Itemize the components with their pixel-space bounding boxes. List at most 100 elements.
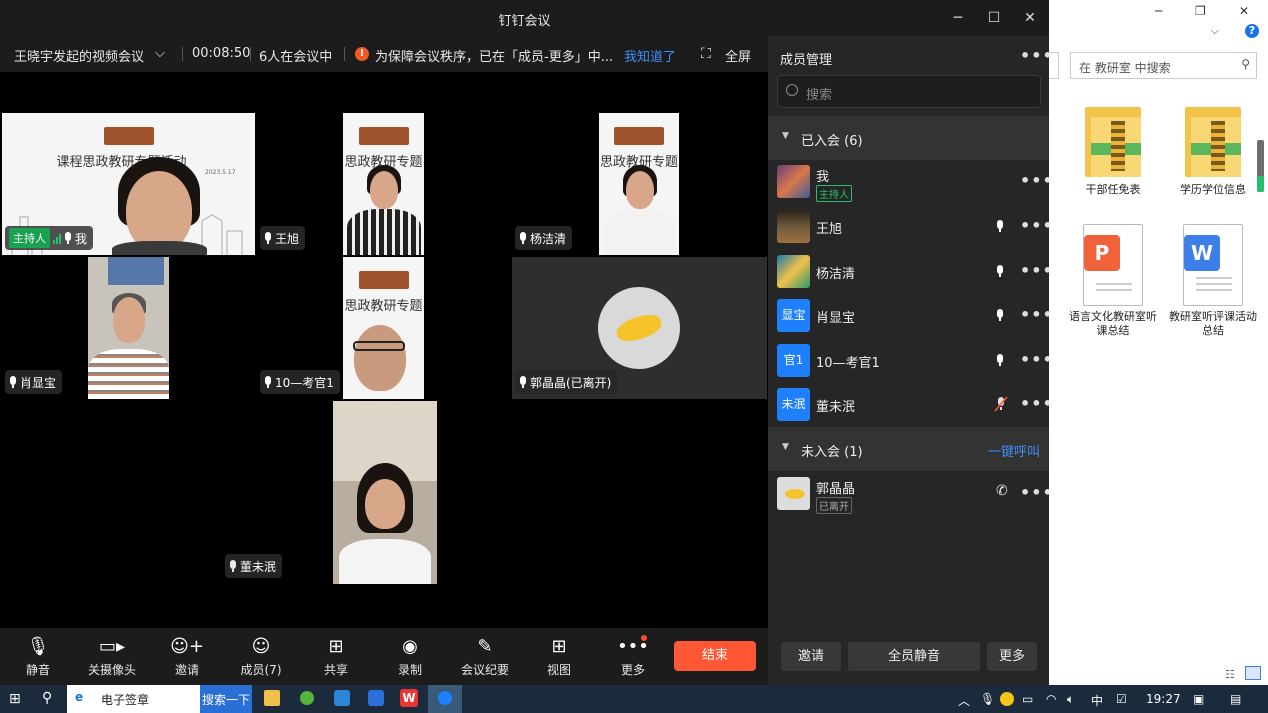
restore-icon[interactable]: ❐: [1195, 4, 1206, 18]
phone-icon[interactable]: ✆: [996, 483, 1008, 499]
microphone-muted-icon[interactable]: [994, 396, 1008, 412]
call-all-link[interactable]: 一键呼叫: [988, 441, 1040, 460]
task-view-icon[interactable]: ▣: [1193, 692, 1204, 706]
microphone-icon: 🎙︎: [26, 636, 50, 657]
mute-button[interactable]: 🎙︎ 静音: [3, 636, 73, 678]
help-icon[interactable]: ?: [1245, 24, 1259, 38]
person-face: [126, 171, 192, 251]
app-icon[interactable]: [368, 690, 384, 706]
file-item[interactable]: P 语言文化教研室听课总结: [1068, 224, 1158, 338]
fullscreen-icon[interactable]: ⛶: [701, 46, 711, 62]
member-row[interactable]: 杨洁清 •••: [768, 250, 1053, 294]
large-icons-view-icon[interactable]: [1245, 666, 1261, 680]
search-submit-button[interactable]: 搜索一下: [200, 685, 252, 713]
checkbox-tray-icon[interactable]: ☑: [1116, 692, 1127, 706]
share-button[interactable]: ⊞ 共享: [301, 636, 371, 678]
microphone-icon[interactable]: [996, 220, 1004, 232]
maximize-icon[interactable]: ☐: [985, 9, 1003, 27]
member-search-input[interactable]: 搜索: [777, 75, 1041, 108]
wifi-icon[interactable]: ◠: [1046, 692, 1056, 706]
not-joined-group-header[interactable]: ▼ 未入会 (1) 一键呼叫: [768, 427, 1049, 471]
meeting-toolbar: 🎙︎ 静音 ▭▸ 关摄像头 ☺+ 邀请 ☺ 成员(7) ⊞ 共享 ◉ 录制 ✎ …: [0, 628, 768, 685]
record-icon: ◉: [402, 636, 418, 657]
members-button[interactable]: ☺ 成员(7): [226, 636, 296, 678]
fullscreen-button[interactable]: 全屏: [725, 46, 751, 65]
avatar: 官1: [777, 344, 810, 377]
more-button[interactable]: 更多: [987, 642, 1037, 671]
video-tile-yang[interactable]: 思政教研专题: [599, 113, 679, 255]
person-shirt: [112, 241, 207, 255]
member-row[interactable]: 王旭 •••: [768, 205, 1053, 249]
member-row[interactable]: 官1 10—考官1 •••: [768, 339, 1053, 383]
ime-indicator[interactable]: 中: [1091, 692, 1103, 709]
camera-button[interactable]: ▭▸ 关摄像头: [77, 636, 147, 678]
file-item[interactable]: W 教研室听评课活动总结: [1168, 224, 1258, 338]
folder-item[interactable]: 干部任免表: [1068, 103, 1158, 197]
microphone-icon: [519, 376, 527, 388]
microphone-icon[interactable]: [996, 309, 1004, 321]
file-explorer-icon[interactable]: [264, 690, 280, 706]
joined-group-header[interactable]: ▼ 已入会 (6): [768, 116, 1049, 160]
search-icon[interactable]: ⚲: [42, 690, 52, 713]
chevron-down-icon[interactable]: ⌵: [1211, 26, 1219, 37]
tray-app-icon[interactable]: [1000, 692, 1014, 706]
chat-app-icon[interactable]: [300, 691, 314, 705]
microphone-icon[interactable]: [996, 354, 1004, 366]
divider: [182, 47, 183, 61]
word-logo: W: [1184, 235, 1220, 271]
windows-start-icon[interactable]: ⊞: [9, 691, 21, 713]
grid-view-icon: ⊞: [551, 636, 567, 657]
battery-icon[interactable]: ▭: [1022, 692, 1033, 706]
dingtalk-icon[interactable]: [334, 690, 350, 706]
meeting-taskbar-button[interactable]: [428, 685, 462, 713]
clock[interactable]: 19:27: [1146, 692, 1181, 706]
microphone-icon[interactable]: [996, 265, 1004, 277]
caret-down-icon: ▼: [782, 131, 789, 141]
video-tile-wang[interactable]: 思政教研专题: [343, 113, 424, 255]
show-hidden-icons[interactable]: ︿: [958, 692, 970, 709]
person-face: [113, 297, 145, 343]
view-button[interactable]: ⊞ 视图: [524, 636, 594, 678]
file-label: 教研室听评课活动总结: [1169, 310, 1257, 337]
tile-name: 肖显宝: [20, 375, 57, 390]
person-shirt: [339, 539, 431, 584]
member-row[interactable]: 我 主持人 •••: [768, 160, 1053, 204]
minutes-button[interactable]: ✎ 会议纪要: [450, 636, 520, 678]
video-tile-me[interactable]: 课程思政教研专题活动 2023.5.17 主持人 我: [2, 113, 255, 255]
minimize-icon[interactable]: ─: [1155, 4, 1162, 18]
wps-icon[interactable]: W: [400, 689, 418, 707]
explorer-search-input[interactable]: 在 教研室 中搜索 ⚲: [1070, 52, 1257, 79]
folder-item[interactable]: 学历学位信息: [1168, 103, 1258, 197]
video-tile-kaoguan[interactable]: 思政教研专题: [343, 257, 424, 399]
person-face: [370, 171, 398, 209]
member-row[interactable]: 郭晶晶 已离开 ✆ •••: [768, 472, 1053, 516]
minimize-icon[interactable]: ─: [949, 9, 967, 27]
member-row[interactable]: 未泯 董未泯 •••: [768, 383, 1053, 427]
mute-all-button[interactable]: 全员静音: [848, 642, 980, 671]
more-button[interactable]: ••• 更多: [598, 636, 668, 678]
acknowledge-link[interactable]: 我知道了: [624, 46, 676, 65]
ie-icon: e: [75, 690, 84, 704]
member-row[interactable]: 显宝 肖显宝 •••: [768, 294, 1053, 338]
invite-button[interactable]: ☺+ 邀请: [152, 636, 222, 678]
microphone-icon[interactable]: 🎙︎: [980, 692, 995, 706]
video-tile-xiao[interactable]: [88, 257, 169, 399]
more-icon: •••: [617, 636, 649, 657]
end-meeting-button[interactable]: 结束: [674, 641, 756, 671]
meeting-name[interactable]: 王晓宇发起的视频会议: [14, 46, 144, 65]
close-icon[interactable]: ✕: [1239, 4, 1249, 18]
invite-button[interactable]: 邀请: [781, 642, 841, 671]
member-panel: 成员管理 ••• 搜索 ▼ 已入会 (6) 我 主持人 ••• 王旭 ••• 杨…: [768, 36, 1053, 685]
member-name: 王旭: [816, 222, 843, 237]
video-tile-dong[interactable]: [333, 401, 437, 584]
taskbar-search-box[interactable]: e 电子签章: [67, 685, 200, 713]
chevron-down-icon[interactable]: ⌵: [155, 46, 165, 61]
caret-down-icon: ▼: [782, 442, 789, 452]
volume-icon[interactable]: 🔈︎: [1067, 692, 1074, 707]
microphone-icon: [64, 232, 72, 244]
close-icon[interactable]: ✕: [1021, 9, 1039, 27]
details-view-icon[interactable]: ☷: [1225, 668, 1235, 681]
address-bar-edge[interactable]: [1049, 52, 1059, 79]
notification-icon[interactable]: ▤: [1230, 692, 1241, 706]
record-button[interactable]: ◉ 录制: [375, 636, 445, 678]
